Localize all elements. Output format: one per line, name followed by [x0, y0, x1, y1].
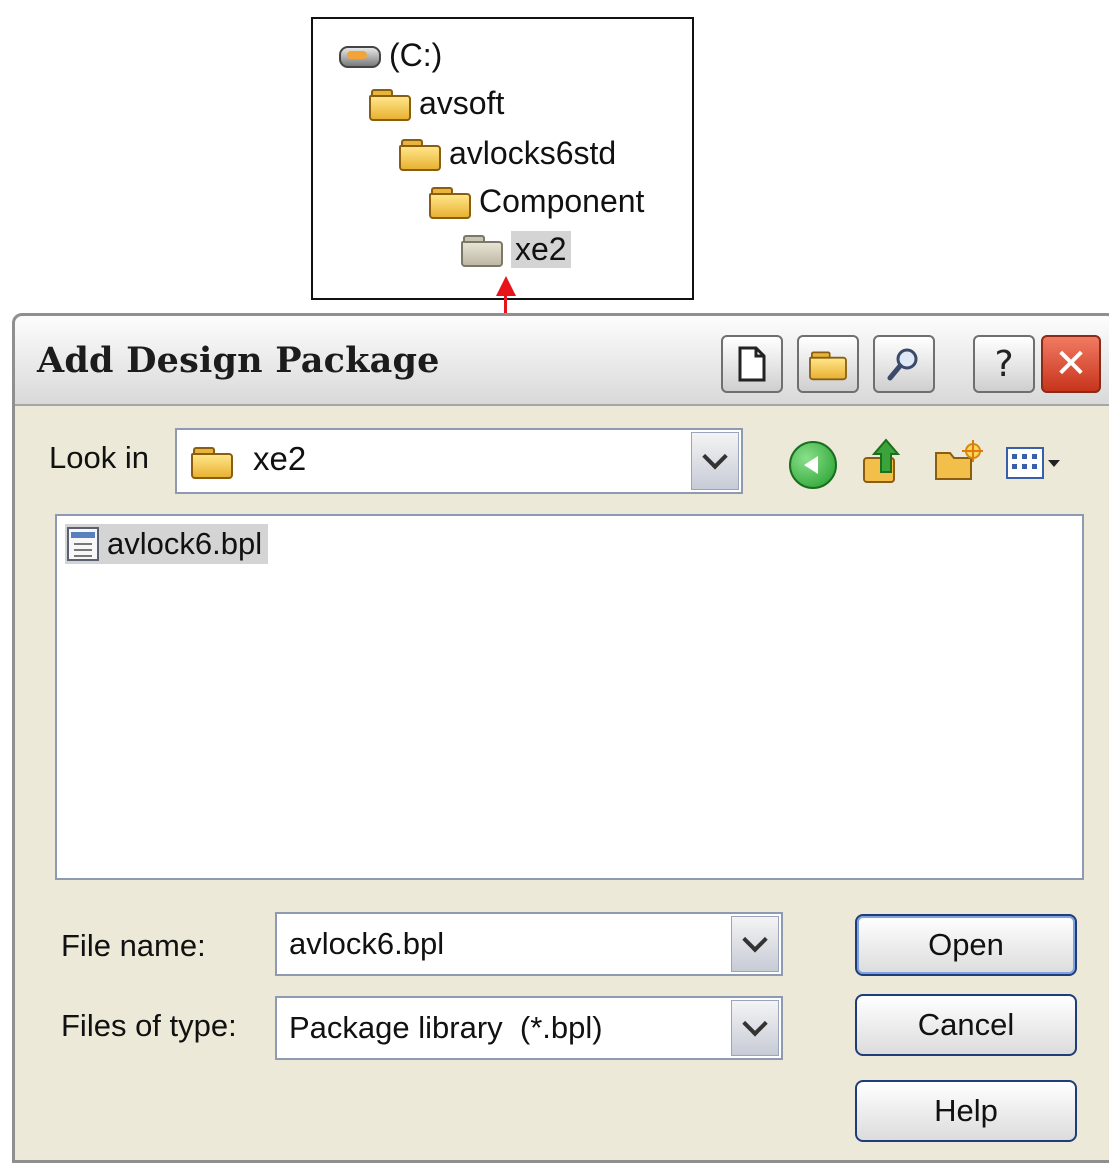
files-of-type-dropdown-button[interactable] — [731, 1000, 779, 1056]
tree-item-label: (C:) — [389, 36, 443, 73]
new-folder-icon — [935, 440, 983, 480]
tree-item-drive-c[interactable]: (C:) — [337, 33, 442, 77]
magnifier-icon — [887, 348, 918, 381]
find-button[interactable] — [873, 335, 935, 393]
file-name-input[interactable]: avlock6.bpl — [289, 926, 444, 962]
question-icon: ? — [994, 343, 1014, 385]
open-button[interactable]: Open — [855, 914, 1077, 976]
list-item[interactable]: avlock6.bpl — [65, 524, 269, 564]
up-one-level-button[interactable] — [860, 436, 904, 488]
chevron-down-icon — [742, 1011, 768, 1037]
folder-icon — [461, 233, 503, 267]
create-new-folder-button[interactable] — [933, 438, 983, 486]
package-file-icon — [67, 527, 99, 561]
folder-icon — [429, 185, 471, 219]
tree-item-xe2[interactable]: xe2 — [461, 227, 571, 271]
tree-item-label: Component — [479, 182, 645, 219]
help-button[interactable]: Help — [855, 1080, 1077, 1142]
drive-icon — [337, 40, 381, 70]
file-name: avlock6.bpl — [107, 526, 263, 561]
tree-item-avsoft[interactable]: avsoft — [369, 81, 504, 125]
help-title-button[interactable]: ? — [973, 335, 1035, 393]
caret-down-icon — [1048, 459, 1060, 467]
pointer-arrow-head — [496, 276, 516, 296]
look-in-value: xe2 — [253, 440, 307, 477]
folder-icon — [369, 87, 411, 121]
folder-tree-callout: (C:) avsoft avlocks6std Component xe2 — [311, 17, 694, 300]
file-name-combo[interactable]: avlock6.bpl — [275, 912, 783, 976]
look-in-dropdown-button[interactable] — [691, 432, 739, 490]
tree-item-label: xe2 — [511, 230, 571, 268]
add-design-package-dialog: Add Design Package ? ✕ Look in xe2 avloc… — [12, 313, 1109, 1163]
new-document-button[interactable] — [721, 335, 783, 393]
tree-item-avlocks6std[interactable]: avlocks6std — [399, 131, 616, 175]
file-list[interactable]: avlock6.bpl — [55, 514, 1084, 880]
back-arrow-icon — [804, 456, 818, 474]
back-button[interactable] — [789, 441, 837, 489]
chevron-down-icon — [702, 444, 728, 470]
look-in-label: Look in — [49, 440, 149, 475]
title-bar[interactable]: Add Design Package ? ✕ — [15, 316, 1109, 406]
folder-icon — [399, 137, 441, 171]
document-icon — [738, 346, 766, 382]
file-name-dropdown-button[interactable] — [731, 916, 779, 972]
chevron-down-icon — [742, 927, 768, 953]
view-grid-icon — [1006, 447, 1044, 479]
file-name-label: File name: — [61, 928, 206, 963]
dialog-title: Add Design Package — [37, 340, 440, 381]
files-of-type-dropdown[interactable]: Package library (*.bpl) — [275, 996, 783, 1060]
close-icon: ✕ — [1054, 341, 1088, 387]
folder-up-icon — [863, 438, 901, 483]
open-folder-button[interactable] — [797, 335, 859, 393]
tree-item-label: avlocks6std — [449, 134, 617, 171]
files-of-type-value: Package library (*.bpl) — [289, 1010, 603, 1045]
look-in-dropdown[interactable]: xe2 — [175, 428, 743, 494]
folder-icon — [809, 350, 847, 381]
view-menu-button[interactable] — [1003, 440, 1063, 486]
cancel-button[interactable]: Cancel — [855, 994, 1077, 1056]
tree-item-component[interactable]: Component — [429, 179, 644, 223]
files-of-type-label: Files of type: — [61, 1008, 237, 1043]
close-button[interactable]: ✕ — [1041, 335, 1101, 393]
tree-item-label: avsoft — [419, 84, 505, 121]
folder-icon — [191, 445, 233, 479]
